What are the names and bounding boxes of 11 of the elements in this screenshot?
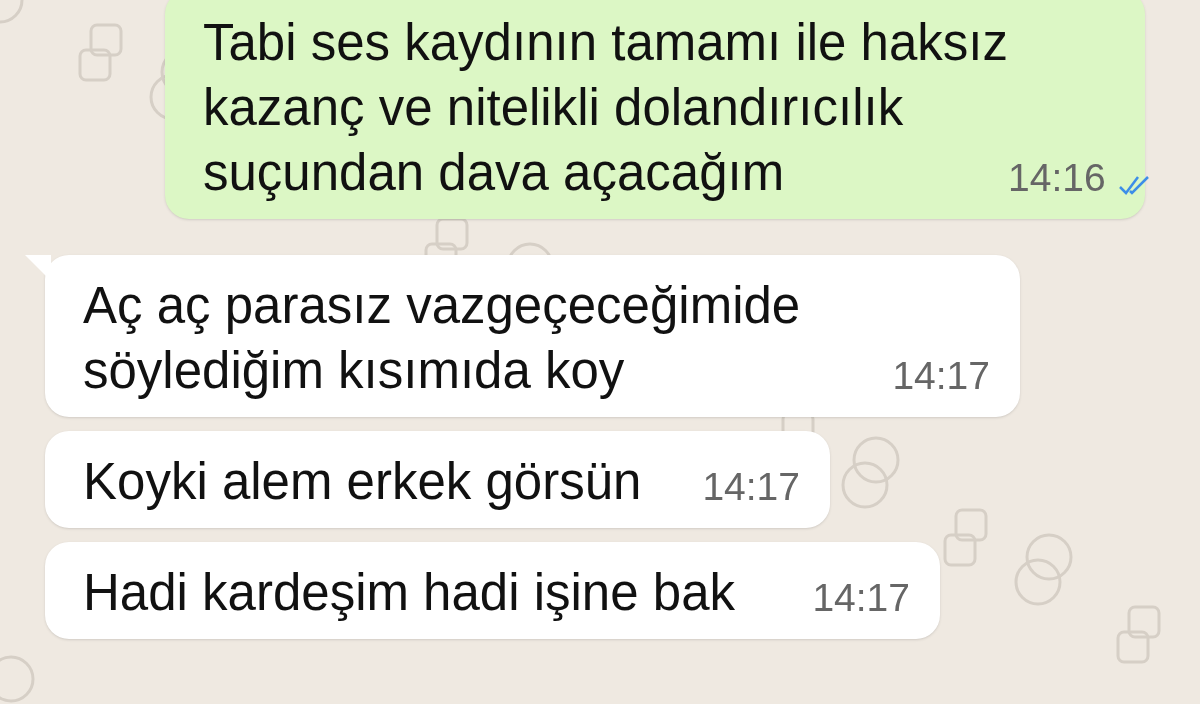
message-time: 14:17 xyxy=(702,463,800,510)
message-text: söylediğim kısımıda koy xyxy=(83,341,626,401)
message-time: 14:17 xyxy=(812,574,910,621)
message-time: 14:16 xyxy=(1008,154,1106,201)
message-text: kazanç ve nitelikli dolandırıcılık xyxy=(203,78,905,138)
message-text: Hadi kardeşim hadi işine bak xyxy=(83,563,735,623)
message-text: suçundan dava açacağım xyxy=(203,143,786,203)
message-text: Koyki alem erkek görsün xyxy=(83,452,642,512)
message-time: 14:17 xyxy=(892,352,990,399)
message-text: Aç aç parasız vazgeçeceğimide xyxy=(83,276,801,336)
message-text: Tabi ses kaydının tamamı ile haksız xyxy=(203,13,1009,73)
